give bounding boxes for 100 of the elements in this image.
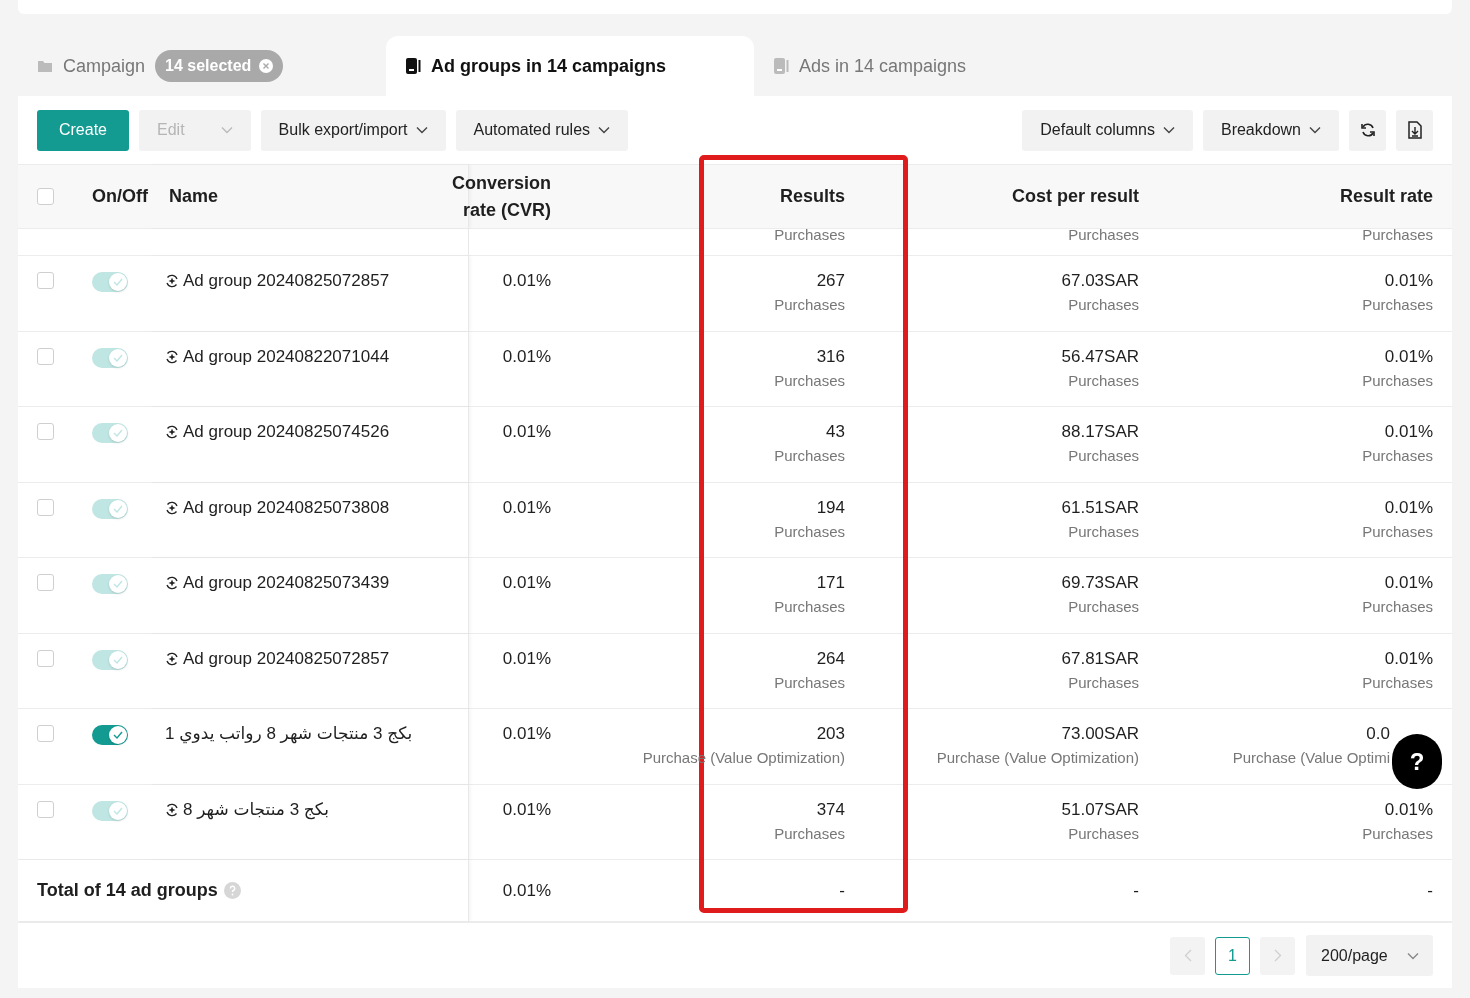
- metric-value: 56.47SAR: [1061, 345, 1139, 368]
- metric-label: Purchases: [1068, 446, 1139, 466]
- check-icon: [113, 580, 123, 588]
- check-icon: [113, 278, 123, 286]
- metric-label: Purchases: [1068, 597, 1139, 617]
- dropdown-button[interactable]: Breakdown: [1202, 109, 1339, 151]
- metric-label: Purchases: [774, 370, 845, 391]
- metric-value: 194: [816, 496, 845, 519]
- document-icon: [773, 57, 789, 75]
- metric-value: 0.01%: [1384, 647, 1433, 670]
- metric-value: 0.01%: [1384, 572, 1433, 594]
- dropdown-button[interactable]: Bulk export/import: [260, 109, 446, 151]
- metric-value: 88.17SAR: [1061, 421, 1139, 443]
- metric-value: 0.01%: [502, 647, 551, 670]
- metric-label: Purchases: [1068, 823, 1139, 844]
- metric-value: 316: [816, 345, 845, 368]
- caret-icon: [1407, 951, 1419, 960]
- metric-value: 0.01%: [502, 270, 551, 292]
- metric-label: Purchases: [1362, 370, 1433, 391]
- column-header[interactable]: Name: [169, 183, 219, 210]
- caret-icon: [1162, 126, 1175, 134]
- tab[interactable]: Ads in 14 campaigns: [773, 52, 967, 80]
- metric-value: -: [1427, 879, 1433, 902]
- metric-value: 67.03SAR: [1061, 270, 1139, 292]
- metric-value: 0.01%: [502, 798, 551, 821]
- check-icon: [113, 731, 123, 739]
- column-header[interactable]: Conversion rate (CVR): [451, 169, 551, 224]
- metric-label: Purchases: [774, 597, 845, 617]
- metric-value: -: [1133, 879, 1139, 902]
- metric-label: Purchases: [774, 229, 845, 244]
- metric-value: 203: [816, 723, 845, 745]
- metric-label: Purchases: [1068, 521, 1139, 542]
- metric-label: Purchases: [774, 672, 845, 693]
- metric-value: 0.01%: [502, 421, 551, 443]
- dropdown-button[interactable]: Automated rules: [455, 109, 629, 151]
- metric-label: Purchases: [1362, 295, 1433, 315]
- metric-value: 0.01%: [1384, 345, 1433, 368]
- folder-icon: [37, 58, 53, 74]
- page-button[interactable]: 1: [1215, 936, 1250, 975]
- badge-text: 14 selected: [165, 56, 252, 76]
- chevron-left-icon: [1183, 949, 1192, 962]
- metric-label: Purchases: [1362, 229, 1433, 244]
- metric-label: Purchases: [1362, 597, 1433, 617]
- refresh-button[interactable]: [1349, 109, 1386, 151]
- metric-value: 374: [816, 798, 845, 821]
- column-header[interactable]: Results: [779, 183, 845, 210]
- toggle-switch[interactable]: [92, 725, 128, 745]
- metric-label: Purchases: [1068, 295, 1139, 315]
- metric-label: Purchases: [1362, 521, 1433, 542]
- checkbox[interactable]: [37, 725, 54, 742]
- tab[interactable]: Campaign: [37, 52, 146, 80]
- metric-value: 0.0: [1366, 723, 1390, 745]
- export-button[interactable]: [1396, 109, 1433, 151]
- column-header[interactable]: Cost per result: [1011, 183, 1139, 210]
- metric-value: 267: [816, 270, 845, 292]
- clear-icon: [259, 59, 274, 73]
- chevron-right-icon: [1273, 949, 1282, 962]
- refresh-icon: [1359, 122, 1376, 138]
- metric-value: 171: [816, 572, 845, 594]
- metric-value: 0.01%: [1384, 421, 1433, 443]
- metric-value: -: [839, 879, 845, 902]
- metric-value: 73.00SAR: [1061, 723, 1139, 745]
- column-header[interactable]: Result rate: [1339, 183, 1433, 210]
- check-icon: [113, 655, 123, 664]
- metric-value: 43: [826, 421, 845, 443]
- metric-label: Purchases: [1362, 672, 1433, 693]
- checkbox[interactable]: [37, 188, 54, 205]
- column-header[interactable]: On/Off: [92, 183, 148, 210]
- metric-label: Purchase (Value Optimi: [1232, 748, 1390, 768]
- check-icon: [113, 504, 123, 513]
- metric-label: Purchases: [1068, 370, 1139, 391]
- ad-group-name[interactable]: بكج 3 منتجات شهر 8 رواتب يدوي 1: [165, 723, 413, 745]
- page-size-select[interactable]: 200/page: [1306, 935, 1433, 976]
- metric-value: 0.01%: [1384, 798, 1433, 821]
- check-icon: [113, 806, 123, 815]
- metric-label: Purchases: [1362, 823, 1433, 844]
- metric-value: 51.07SAR: [1061, 798, 1139, 821]
- dropdown-button[interactable]: Default columns: [1022, 109, 1193, 151]
- metric-value: 0.01%: [502, 723, 551, 745]
- metric-label: Purchases: [774, 823, 845, 844]
- metric-value: 0.01%: [1384, 270, 1433, 292]
- check-icon: [113, 353, 123, 362]
- metric-label: Purchase (Value Optimization): [936, 748, 1139, 768]
- metric-label: Purchases: [1068, 672, 1139, 693]
- check-icon: [113, 429, 123, 437]
- download-file-icon: [1407, 121, 1422, 139]
- metric-value: 61.51SAR: [1061, 496, 1139, 519]
- metric-value: 0.01%: [502, 879, 551, 902]
- metric-label: Purchases: [774, 521, 845, 542]
- document-icon: [405, 57, 421, 75]
- metric-value: 0.01%: [502, 496, 551, 519]
- help-icon: [223, 882, 241, 899]
- metric-value: 69.73SAR: [1061, 572, 1139, 594]
- metric-label: Purchases: [1362, 446, 1433, 466]
- total-label: Total of 14 ad groups: [37, 879, 218, 902]
- caret-icon: [415, 126, 428, 134]
- caret-icon: [220, 126, 233, 134]
- metric-label: Purchases: [774, 446, 845, 466]
- metric-label: Purchases: [1068, 229, 1139, 244]
- metric-value: 264: [816, 647, 845, 670]
